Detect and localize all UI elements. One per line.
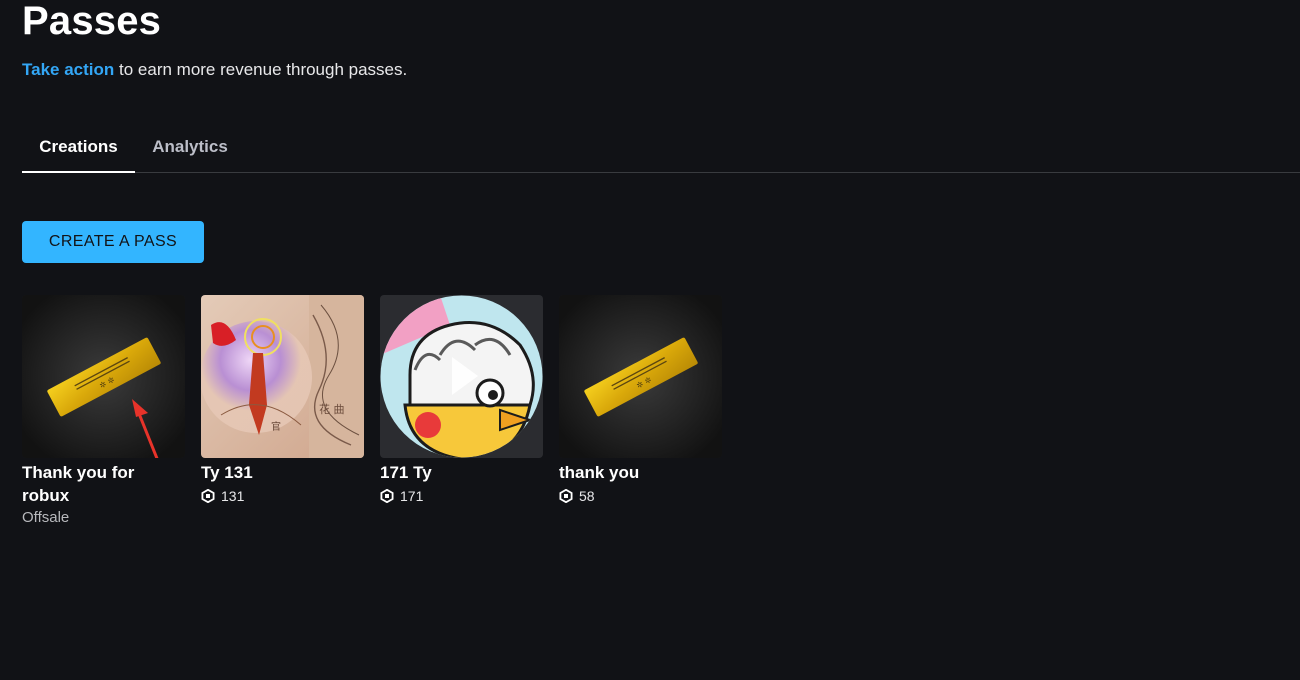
tab-bar: Creations Analytics: [22, 126, 1300, 173]
passes-page: Passes Take action to earn more revenue …: [0, 0, 1300, 680]
pass-status: Offsale: [22, 509, 70, 526]
price-value: 58: [579, 488, 595, 504]
cartoon-bird-avatar: [380, 295, 543, 458]
gold-ticket-icon: ✲ ✲: [559, 295, 722, 458]
pass-thumbnail[interactable]: 花 曲 官: [201, 295, 364, 458]
pass-thumbnail[interactable]: ✲ ✲: [22, 295, 185, 458]
subtitle-text: to earn more revenue through passes.: [114, 60, 408, 79]
pass-name[interactable]: thank you: [559, 461, 709, 484]
pass-name[interactable]: Thank you for robux: [22, 461, 172, 507]
collage-photo: 花 曲 官: [201, 295, 364, 458]
svg-text:花 曲: 花 曲: [319, 403, 345, 416]
pass-price: 171: [380, 488, 544, 504]
pass-price: 58: [559, 488, 723, 504]
pass-name[interactable]: Ty 131: [201, 461, 351, 484]
pass-card[interactable]: ✲ ✲ thank you 58: [559, 295, 723, 504]
price-value: 171: [400, 488, 424, 504]
gold-ticket-icon: ✲ ✲: [22, 295, 185, 458]
pass-name[interactable]: 171 Ty: [380, 461, 530, 484]
svg-text:官: 官: [271, 420, 281, 433]
tab-creations[interactable]: Creations: [22, 126, 135, 173]
price-value: 131: [221, 488, 245, 504]
pass-price: 131: [201, 488, 365, 504]
take-action-link[interactable]: Take action: [22, 60, 114, 79]
pass-card[interactable]: 花 曲 官 Ty 131 131: [201, 295, 365, 504]
robux-icon: [380, 489, 394, 503]
tab-analytics[interactable]: Analytics: [135, 126, 245, 172]
robux-icon: [559, 489, 573, 503]
page-subtitle: Take action to earn more revenue through…: [22, 60, 407, 80]
robux-icon: [201, 489, 215, 503]
pass-thumbnail[interactable]: [380, 295, 543, 458]
pass-thumbnail[interactable]: ✲ ✲: [559, 295, 722, 458]
pass-card[interactable]: 171 Ty 171: [380, 295, 544, 504]
pass-card[interactable]: ✲ ✲ Thank you for robux Offsale: [22, 295, 186, 526]
create-pass-button[interactable]: CREATE A PASS: [22, 221, 204, 263]
page-title: Passes: [22, 0, 162, 43]
